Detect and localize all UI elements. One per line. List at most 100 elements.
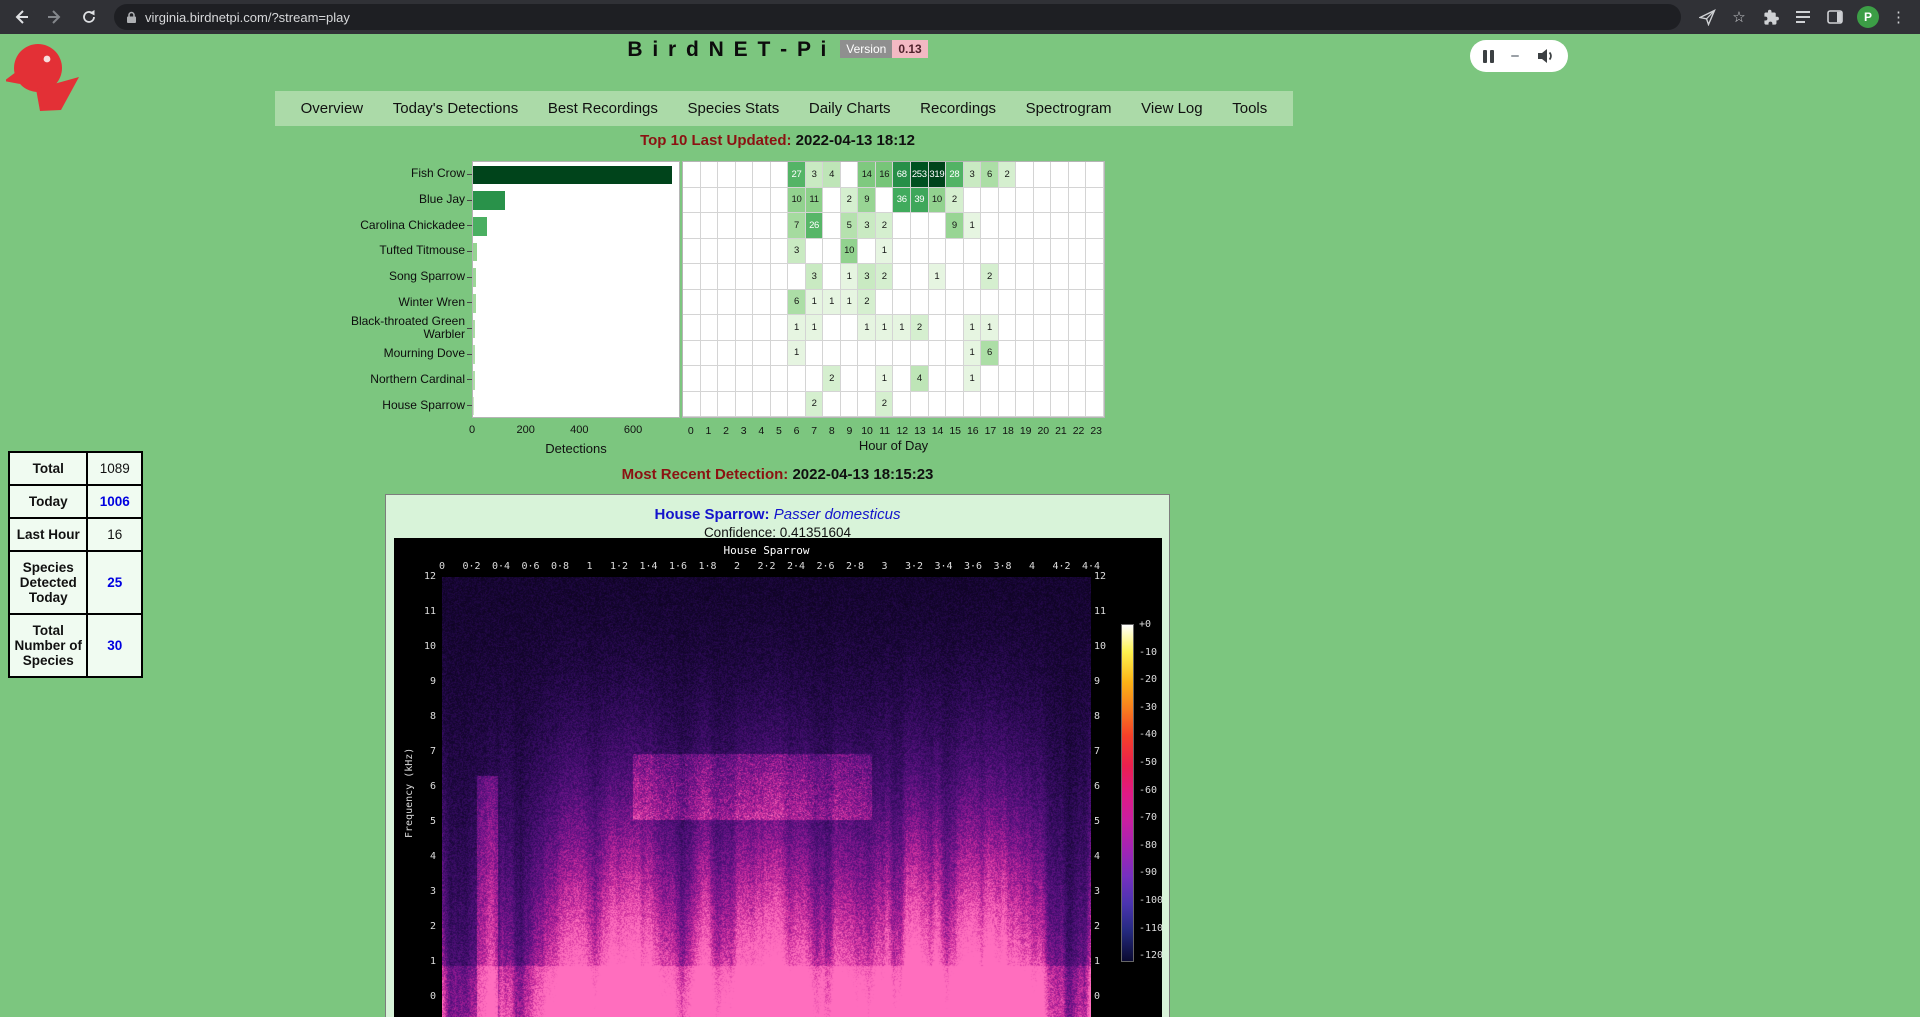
hour-axis-tick: 15: [946, 425, 964, 437]
forward-icon[interactable]: [42, 4, 68, 30]
spec-time-tick: 1: [586, 561, 592, 572]
heatmap-cell: 6: [981, 341, 999, 367]
hour-axis-tick: 5: [770, 425, 788, 437]
heatmap-cell: [929, 341, 947, 367]
detection-title: House Sparrow: Passer domesticus: [386, 506, 1169, 523]
heatmap-cell: 2: [806, 392, 824, 418]
heatmap-cell: [736, 162, 754, 188]
nav-item-recordings[interactable]: Recordings: [916, 100, 1000, 117]
spec-time-tick: 0·6: [521, 561, 539, 572]
spectrogram-canvas: [442, 577, 1091, 1017]
stats-value[interactable]: 1006: [87, 485, 142, 518]
stats-value[interactable]: 30: [87, 614, 142, 677]
reload-icon[interactable]: [76, 4, 102, 30]
colorbar-tick: -110: [1139, 923, 1162, 934]
heatmap-cell: 16: [876, 162, 894, 188]
heatmap-cell: 2: [946, 188, 964, 214]
hour-axis-tick: 3: [735, 425, 753, 437]
spec-time-tick: 2·2: [757, 561, 775, 572]
heatmap-cell: [1086, 392, 1104, 418]
heatmap-cell: 1: [964, 315, 982, 341]
heatmap-cell: [1016, 264, 1034, 290]
heatmap-cell: [1016, 213, 1034, 239]
version-badge: Version 0.13: [840, 40, 927, 58]
extensions-icon[interactable]: [1761, 7, 1781, 27]
heatmap-cell: [736, 341, 754, 367]
heatmap-cell: [1034, 264, 1052, 290]
heatmap-cell: 10: [841, 239, 859, 265]
heatmap-cell: [1016, 239, 1034, 265]
send-icon[interactable]: [1697, 7, 1717, 27]
heatmap-cell: [683, 366, 701, 392]
bar-xaxis-label: Detections: [472, 441, 680, 456]
profile-avatar[interactable]: P: [1857, 6, 1879, 28]
heatmap-cell: 1: [806, 315, 824, 341]
spectrogram-panel: House Sparrow Frequency (kHz) 00·20·40·6…: [394, 538, 1162, 1017]
heatmap-cell: [683, 188, 701, 214]
reading-list-icon[interactable]: [1793, 7, 1813, 27]
heatmap-cell: [893, 341, 911, 367]
heatmap-cell: 5: [841, 213, 859, 239]
nav-item-overview[interactable]: Overview: [297, 100, 368, 117]
spec-freq-tick: 12: [1094, 571, 1120, 582]
pause-icon[interactable]: [1483, 50, 1494, 63]
heatmap-cell: [1086, 162, 1104, 188]
heatmap-cell: [911, 392, 929, 418]
heatmap-cell: [981, 239, 999, 265]
detections-bar: [473, 243, 477, 262]
spec-time-tick: 4: [1029, 561, 1035, 572]
heatmap-cell: [701, 162, 719, 188]
heatmap-cell: [718, 366, 736, 392]
url-bar[interactable]: virginia.birdnetpi.com/?stream=play: [114, 4, 1681, 30]
nav-item-daily-charts[interactable]: Daily Charts: [805, 100, 895, 117]
bookmark-star-icon[interactable]: ☆: [1729, 7, 1749, 27]
axis-tick-mark: [467, 251, 472, 252]
heatmap-cell: [1051, 162, 1069, 188]
heatmap-cell: 26: [806, 213, 824, 239]
menu-icon[interactable]: ⋮: [1891, 8, 1906, 26]
heatmap-cell: 1: [858, 315, 876, 341]
heatmap-cell: [981, 213, 999, 239]
stats-row: Last Hour16: [9, 518, 142, 551]
nav-item-tools[interactable]: Tools: [1228, 100, 1271, 117]
heatmap-cell: [683, 392, 701, 418]
species-label: Northern Cardinal: [340, 367, 465, 393]
heatmap-cell: 2: [823, 366, 841, 392]
volume-icon[interactable]: [1536, 48, 1555, 64]
colorbar-tick: -120: [1139, 950, 1162, 961]
heatmap-cell: [753, 392, 771, 418]
heatmap-cell: [858, 366, 876, 392]
heatmap-cell: [1086, 290, 1104, 316]
colorbar: [1121, 624, 1134, 962]
nav-item-species-stats[interactable]: Species Stats: [684, 100, 784, 117]
heatmap-cell: [718, 188, 736, 214]
nav-item-spectrogram[interactable]: Spectrogram: [1022, 100, 1116, 117]
back-icon[interactable]: [8, 4, 34, 30]
bar-axis-tick: 200: [516, 424, 534, 436]
detection-common-name[interactable]: House Sparrow:: [655, 506, 770, 523]
heatmap-cell: [788, 366, 806, 392]
nav-item-today-s-detections[interactable]: Today's Detections: [389, 100, 522, 117]
nav-item-best-recordings[interactable]: Best Recordings: [544, 100, 662, 117]
nav-item-view-log[interactable]: View Log: [1137, 100, 1206, 117]
heatmap-cell: 319: [929, 162, 947, 188]
stats-value[interactable]: 25: [87, 551, 142, 614]
heatmap-cell: [1086, 188, 1104, 214]
bar-panel: [472, 161, 680, 418]
heatmap-cell: 1: [841, 290, 859, 316]
heatmap-cell: [1034, 162, 1052, 188]
spec-freq-tick: 11: [410, 606, 436, 617]
detection-scientific-name[interactable]: Passer domesticus: [774, 506, 901, 523]
heatmap-cell: 2: [911, 315, 929, 341]
heatmap-cell: [823, 392, 841, 418]
spec-freq-tick: 7: [410, 746, 436, 757]
heatmap-cell: 1: [893, 315, 911, 341]
side-panel-icon[interactable]: [1825, 7, 1845, 27]
heatmap-cell: [841, 366, 859, 392]
detection-card: House Sparrow: Passer domesticus Confide…: [385, 494, 1170, 1017]
heatmap-cell: [964, 264, 982, 290]
detections-bar: [473, 320, 475, 339]
heatmap-cell: [788, 264, 806, 290]
heatmap-cell: [893, 366, 911, 392]
heatmap-cell: [841, 315, 859, 341]
